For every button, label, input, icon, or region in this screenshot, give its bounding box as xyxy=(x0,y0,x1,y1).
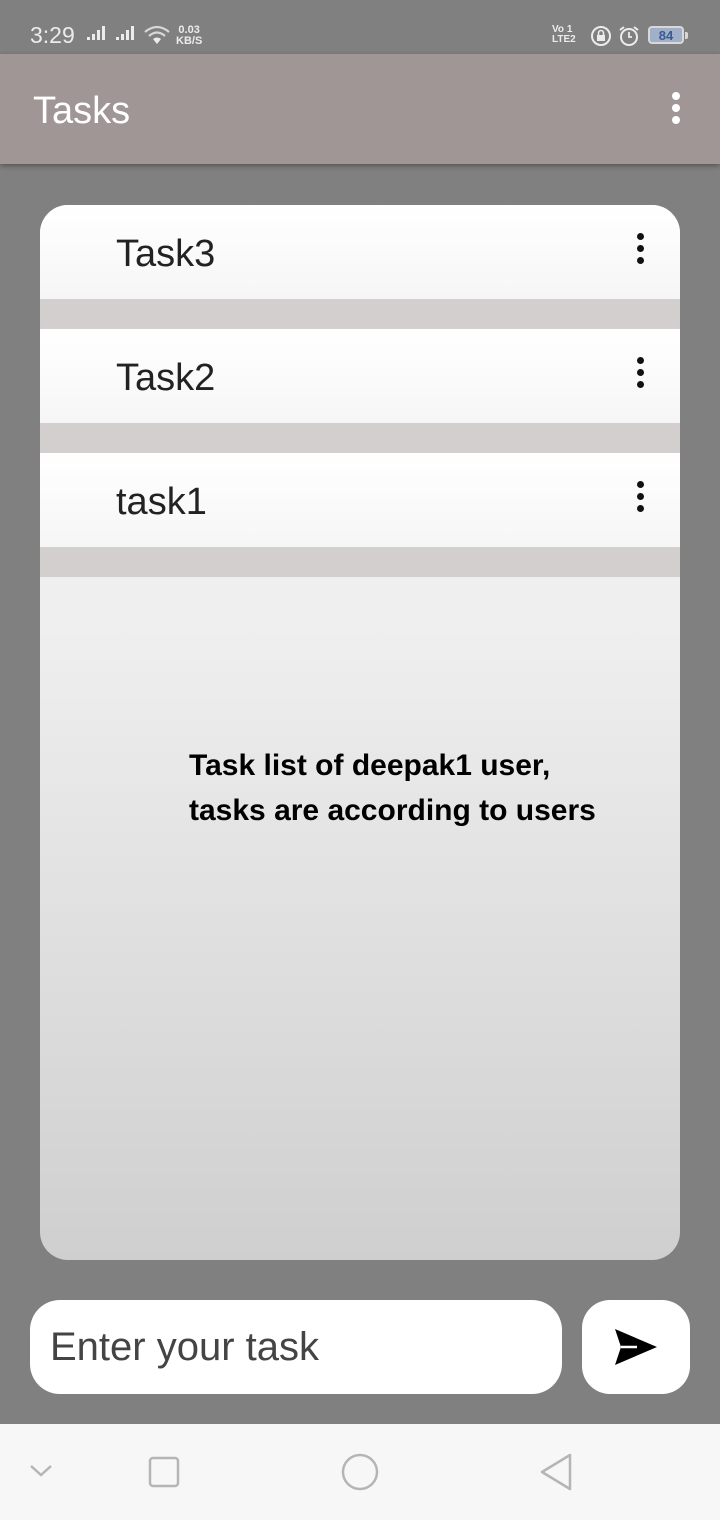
send-icon xyxy=(615,1329,657,1365)
status-time: 3:29 xyxy=(30,22,75,48)
task-label: Task2 xyxy=(116,357,216,399)
divider xyxy=(40,299,680,329)
alarm-icon xyxy=(619,26,639,46)
battery-indicator: 84 xyxy=(648,26,688,44)
divider xyxy=(40,423,680,453)
rotation-lock-icon xyxy=(591,26,611,46)
task-item[interactable]: task1 xyxy=(40,453,680,547)
status-bar: 3:29 0.03 KB/S Vo 1 LTE2 84 xyxy=(0,0,720,54)
task-list: Task3 Task2 task1 Task list of deepak1 u… xyxy=(40,205,680,1260)
app-bar: Tasks xyxy=(0,54,720,164)
annotation-text: Task list of deepak1 user, tasks are acc… xyxy=(189,749,596,827)
signal-1-icon xyxy=(87,26,105,40)
signal-2-icon xyxy=(116,26,134,40)
volte-indicator: Vo 1 LTE2 xyxy=(552,24,576,45)
divider xyxy=(40,547,680,577)
network-speed: 0.03 KB/S xyxy=(176,24,203,47)
circle-home-icon[interactable] xyxy=(340,1452,380,1492)
task-label: task1 xyxy=(116,481,207,523)
system-nav-bar xyxy=(0,1424,720,1520)
more-vert-icon[interactable] xyxy=(628,357,652,393)
task-item[interactable]: Task3 xyxy=(40,205,680,299)
wifi-icon xyxy=(144,25,170,44)
more-vert-icon[interactable] xyxy=(628,233,652,269)
square-recents-icon[interactable] xyxy=(148,1456,180,1488)
more-vert-icon[interactable] xyxy=(628,481,652,517)
triangle-back-icon[interactable] xyxy=(538,1452,574,1492)
task-item[interactable]: Task2 xyxy=(40,329,680,423)
send-button[interactable] xyxy=(582,1300,690,1394)
task-label: Task3 xyxy=(116,233,216,275)
page-title: Tasks xyxy=(33,90,131,132)
chevron-down-icon[interactable] xyxy=(28,1462,54,1480)
task-input[interactable] xyxy=(30,1300,562,1394)
more-vert-icon[interactable] xyxy=(664,92,688,128)
